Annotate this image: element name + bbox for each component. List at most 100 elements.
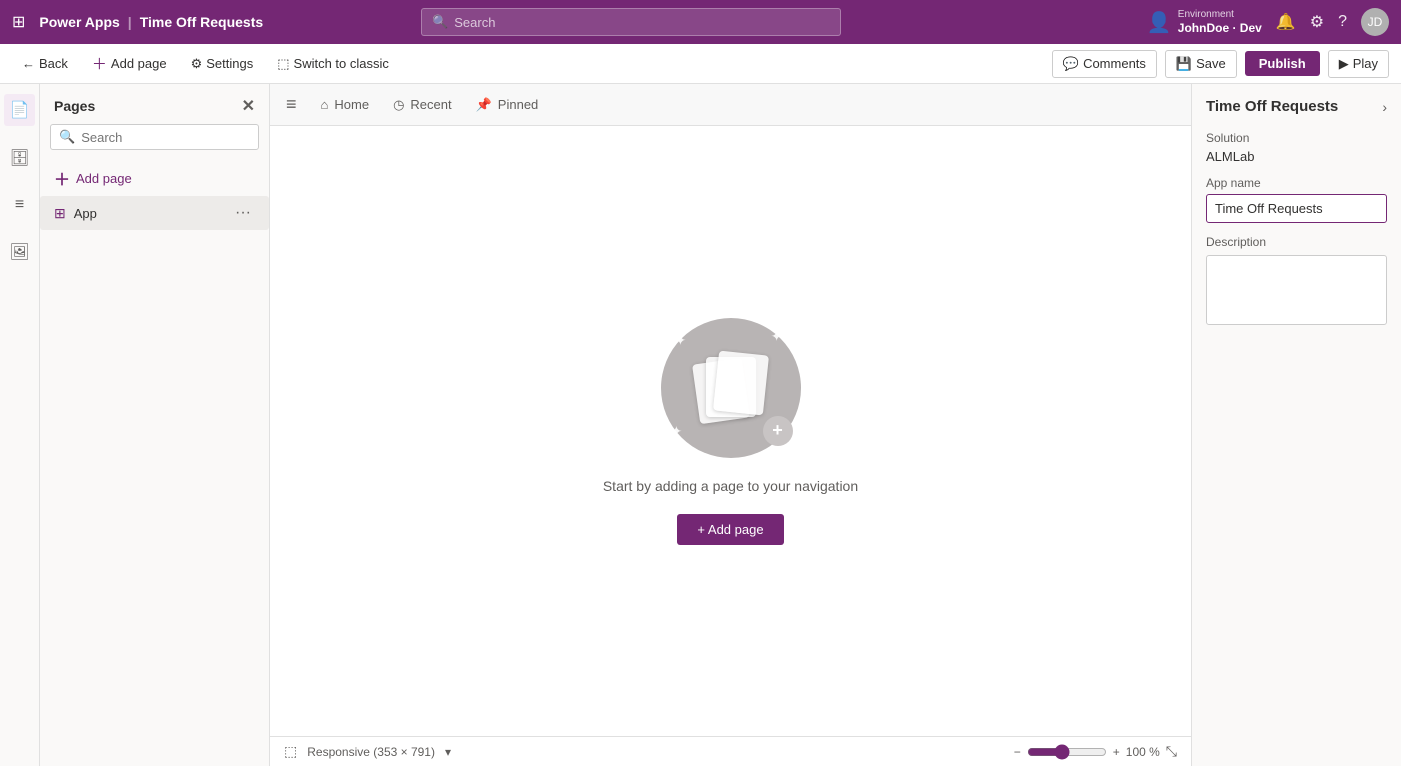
add-page-label: Add page (111, 56, 167, 71)
add-icon: ＋ (54, 166, 70, 190)
responsive-label: Responsive (353 × 791) (307, 745, 435, 759)
nav-recent[interactable]: ◷ Recent (393, 97, 452, 113)
save-label: Save (1196, 56, 1226, 71)
comments-label: Comments (1083, 56, 1146, 71)
environment-text: Environment JohnDoe · Dev (1178, 8, 1262, 37)
add-page-canvas-label: + Add page (697, 522, 763, 537)
environment-avatar: 👤 (1147, 10, 1172, 35)
rail-media-icon[interactable]: 🖼 (3, 236, 35, 268)
app-name-input[interactable] (1206, 194, 1387, 223)
add-page-panel-label: Add page (76, 171, 132, 186)
empty-state-illustration: ✦ ✦ ✦ ✦ + (661, 318, 801, 458)
settings-button[interactable]: ⚙ Settings (181, 52, 264, 76)
play-button[interactable]: ▶ Play (1328, 50, 1389, 78)
sparkle-icon-1: ✦ (675, 332, 687, 349)
settings-icon[interactable]: ⚙ (1310, 12, 1324, 32)
page-item-label: App (74, 206, 97, 221)
content-area: ≡ ⌂ Home ◷ Recent 📌 Pinned (270, 84, 1401, 766)
environment-label: Environment (1178, 8, 1262, 21)
notification-icon[interactable]: 🔔 (1276, 12, 1296, 32)
topbar: ⊞ Power Apps | Time Off Requests 🔍 👤 Env… (0, 0, 1401, 44)
save-button[interactable]: 💾 Save (1165, 50, 1237, 78)
toolbar-right: 💬 Comments 💾 Save Publish ▶ Play (1052, 50, 1389, 78)
sparkle-icon-2: ✦ (771, 328, 783, 345)
topbar-right-controls: 👤 Environment JohnDoe · Dev 🔔 ⚙ ? JD (1147, 8, 1389, 37)
more-options-icon[interactable]: ··· (231, 202, 255, 224)
search-icon: 🔍 (432, 14, 448, 30)
sparkle-icon-3: ✦ (671, 423, 683, 440)
home-icon: ⌂ (321, 97, 329, 112)
home-label: Home (334, 97, 369, 112)
back-button[interactable]: ← Back (12, 52, 78, 75)
rail-list-icon[interactable]: ≡ (9, 190, 30, 220)
rail-data-icon[interactable]: 🗄 (3, 142, 35, 174)
switch-classic-button[interactable]: ⬚ Switch to classic (267, 52, 399, 76)
rail-pages-icon[interactable]: 📄 (4, 94, 36, 126)
chevron-right-icon[interactable]: › (1382, 99, 1387, 115)
pages-search-input[interactable] (81, 130, 250, 145)
publish-button[interactable]: Publish (1245, 51, 1320, 76)
bottom-bar: ⬚ Responsive (353 × 791) ▾ − + 100 % ⤡ (270, 736, 1191, 766)
add-icon: ＋ (92, 53, 107, 74)
nav-home[interactable]: ⌂ Home (321, 97, 370, 112)
preview-canvas: ✦ ✦ ✦ ✦ + Start by adding a page to your… (270, 126, 1191, 736)
zoom-in-icon[interactable]: + (1113, 745, 1120, 759)
switch-icon: ⬚ (277, 56, 289, 72)
grid-icon[interactable]: ⊞ (12, 12, 25, 32)
pinned-label: Pinned (498, 97, 538, 112)
back-label: Back (39, 56, 68, 71)
environment-name: JohnDoe · Dev (1178, 21, 1262, 37)
right-panel-title: Time Off Requests (1206, 98, 1338, 115)
back-icon: ← (22, 56, 35, 71)
add-circle-icon: + (763, 416, 793, 446)
pinned-icon: 📌 (476, 97, 492, 113)
app-name-label: Time Off Requests (140, 14, 263, 30)
center-right-area: ≡ ⌂ Home ◷ Recent 📌 Pinned (270, 84, 1401, 766)
fit-icon[interactable]: ⤡ (1166, 743, 1177, 760)
global-search-box[interactable]: 🔍 (421, 8, 841, 36)
page-item-app[interactable]: ⊞ App ··· (40, 196, 269, 230)
add-page-canvas-button[interactable]: + Add page (677, 514, 783, 545)
main-layout: 📄 🗄 ≡ 🖼 Pages ✕ 🔍 ＋ Add page ⊞ App ··· (0, 84, 1401, 766)
solution-label: Solution (1206, 131, 1387, 145)
close-icon[interactable]: ✕ (242, 96, 255, 116)
switch-classic-label: Switch to classic (294, 56, 389, 71)
toolbar: ← Back ＋ Add page ⚙ Settings ⬚ Switch to… (0, 44, 1401, 84)
help-icon[interactable]: ? (1338, 13, 1347, 31)
nav-pinned[interactable]: 📌 Pinned (476, 97, 539, 113)
recent-label: Recent (410, 97, 451, 112)
solution-value: ALMLab (1206, 149, 1387, 164)
responsive-label-icon: ⬚ (284, 743, 297, 760)
gear-icon: ⚙ (191, 56, 203, 72)
preview-area: ≡ ⌂ Home ◷ Recent 📌 Pinned (270, 84, 1191, 766)
hamburger-icon[interactable]: ≡ (286, 94, 297, 115)
responsive-chevron-icon[interactable]: ▾ (445, 745, 451, 759)
pages-stack (696, 353, 766, 423)
zoom-control: − + 100 % ⤡ (1014, 743, 1177, 760)
pages-search-box[interactable]: 🔍 (50, 124, 259, 150)
pages-title: Pages (54, 98, 95, 114)
empty-state-text: Start by adding a page to your navigatio… (603, 478, 858, 494)
zoom-percent: 100 % (1126, 745, 1160, 759)
zoom-slider[interactable] (1027, 744, 1107, 760)
global-search-input[interactable] (454, 15, 830, 30)
play-icon: ▶ (1339, 56, 1349, 72)
zoom-out-icon[interactable]: − (1014, 745, 1021, 759)
right-panel-header: Time Off Requests › (1206, 98, 1387, 115)
preview-nav: ≡ ⌂ Home ◷ Recent 📌 Pinned (270, 84, 1191, 126)
search-icon: 🔍 (59, 129, 75, 145)
icon-rail: 📄 🗄 ≡ 🖼 (0, 84, 40, 766)
avatar[interactable]: JD (1361, 8, 1389, 36)
comments-button[interactable]: 💬 Comments (1052, 50, 1157, 78)
power-apps-label: Power Apps (39, 14, 119, 30)
brand: Power Apps | Time Off Requests (39, 14, 263, 30)
environment-info: 👤 Environment JohnDoe · Dev (1147, 8, 1262, 37)
play-label: Play (1353, 56, 1378, 71)
description-textarea[interactable] (1206, 255, 1387, 325)
separator: | (128, 14, 132, 30)
page-layer-3 (713, 350, 769, 415)
add-page-panel-button[interactable]: ＋ Add page (40, 160, 269, 196)
publish-label: Publish (1259, 56, 1306, 71)
recent-icon: ◷ (393, 97, 404, 113)
add-page-button[interactable]: ＋ Add page (82, 49, 177, 78)
